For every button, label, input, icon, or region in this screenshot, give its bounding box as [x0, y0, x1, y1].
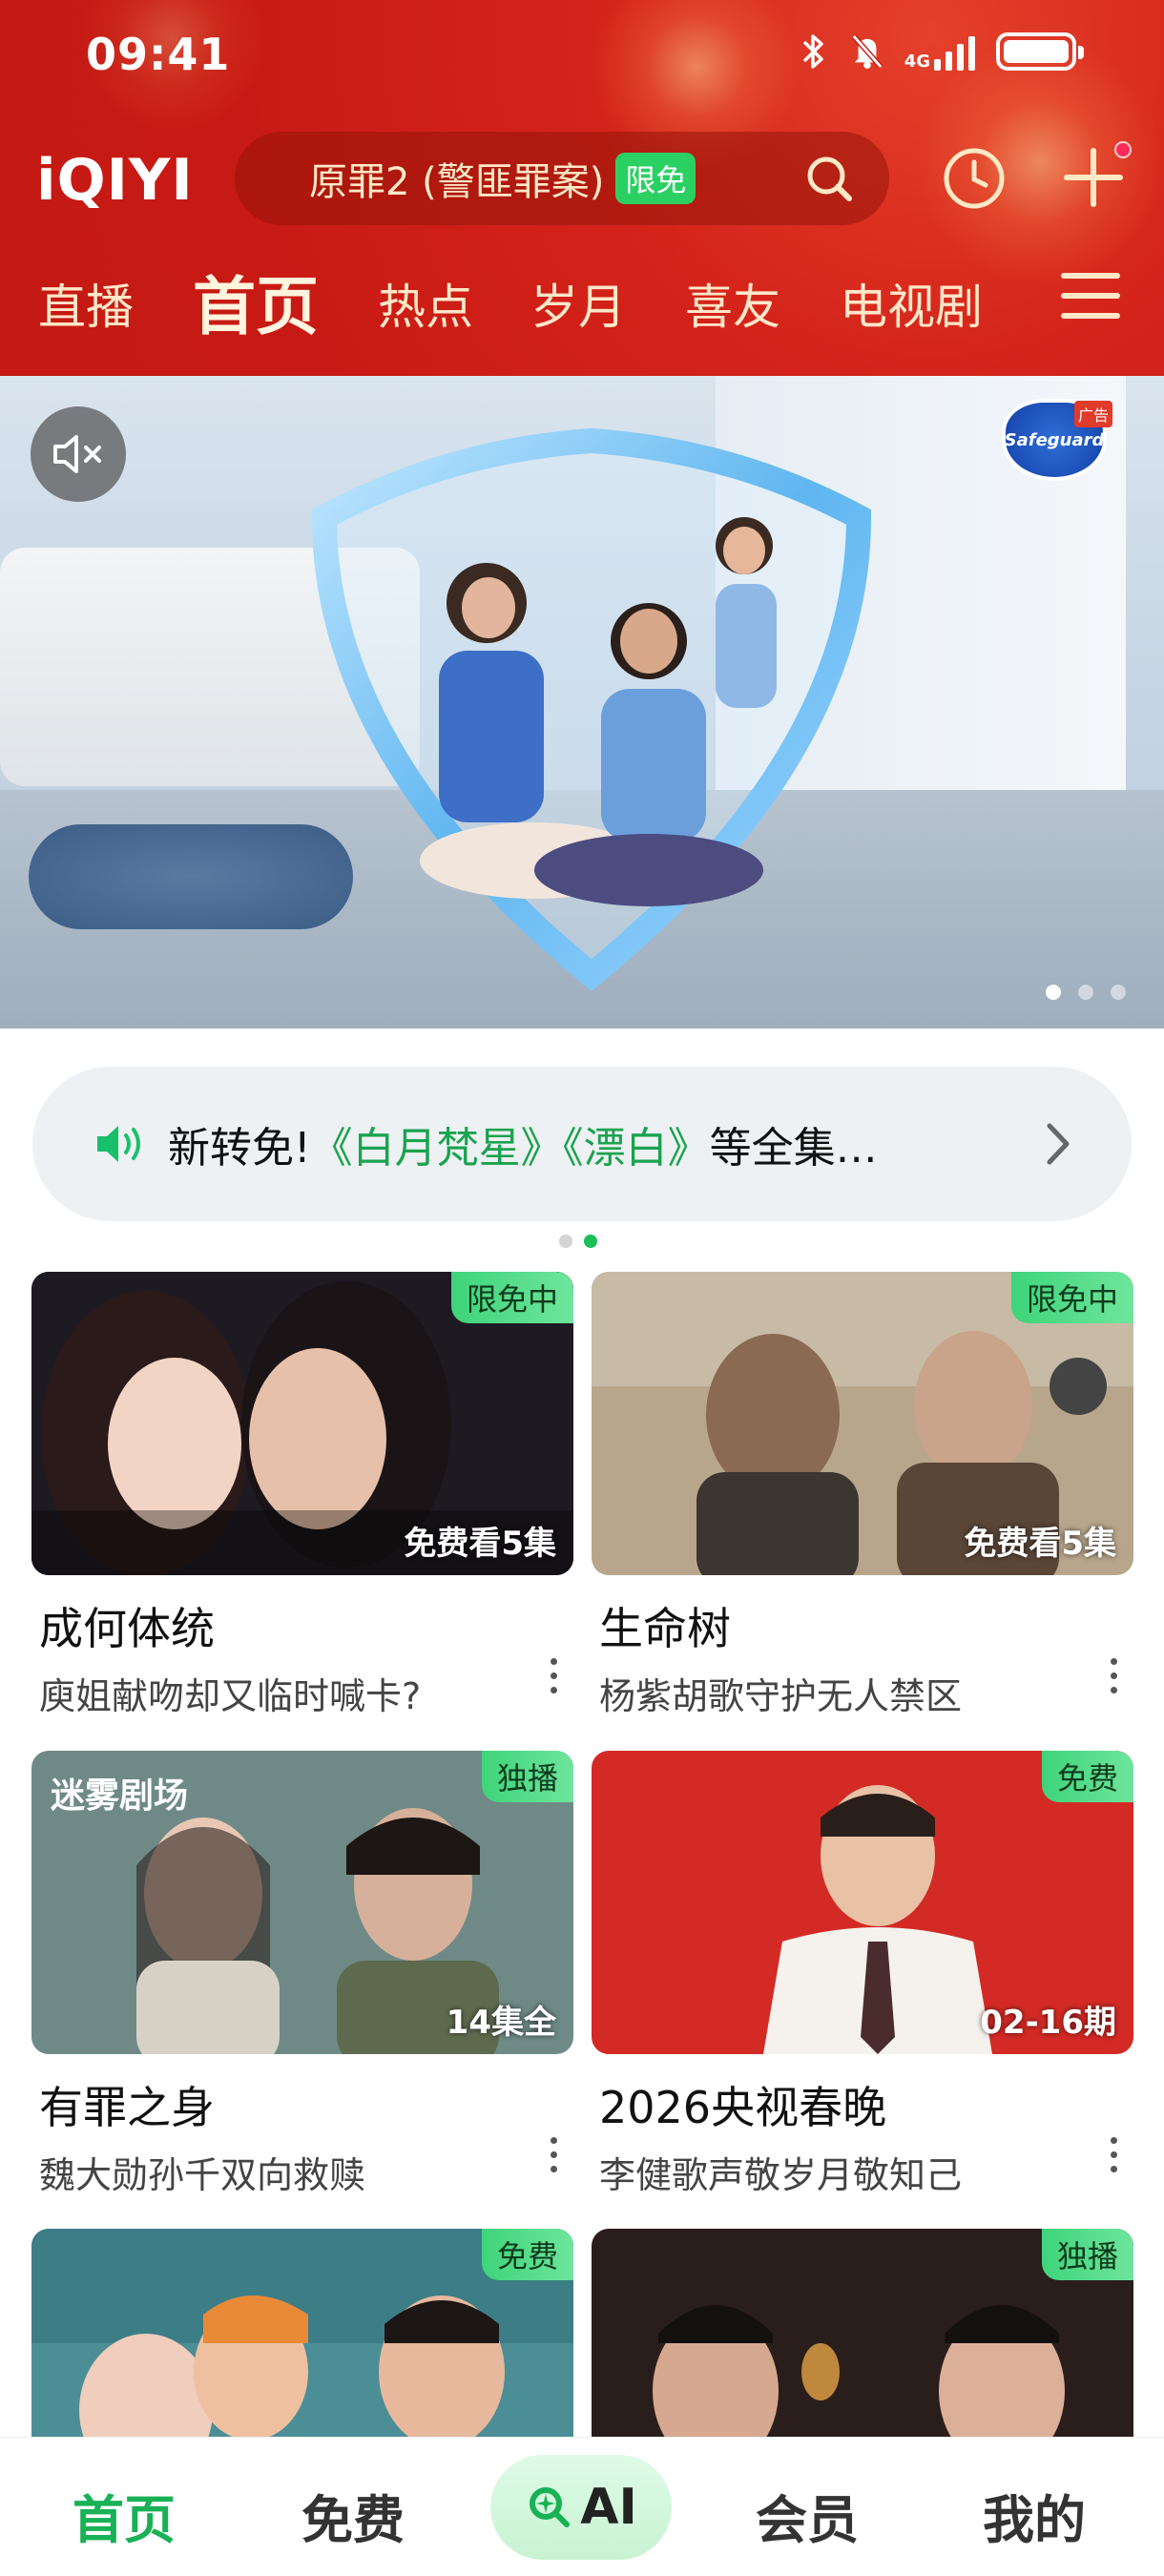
more-options-icon[interactable] — [551, 2137, 560, 2180]
card-episode-info: 14集全 — [446, 2004, 556, 2042]
banner-dot[interactable] — [1046, 985, 1061, 1000]
content-card[interactable]: 迷雾剧场 独播 14集全 有罪之身 魏大勋孙千双向救赎 — [31, 1751, 573, 2198]
nav-free[interactable]: 免费 — [301, 2478, 405, 2553]
theater-logo: 迷雾剧场 — [51, 1776, 189, 1816]
search-badge: 限免 — [615, 153, 696, 204]
card-subtitle: 李健歌声敬岁月敬知己 — [599, 2154, 963, 2196]
status-bar: 09:41 4G — [0, 0, 1164, 114]
announcement-title-1: 《白月梵星》 — [310, 1124, 563, 1173]
network-label: 4G — [904, 52, 930, 72]
chevron-right-icon[interactable] — [1042, 1120, 1074, 1168]
sponsor-name: Safeguard — [1004, 429, 1105, 450]
notification-dot — [1114, 141, 1132, 158]
network-indicator: 4G — [904, 32, 975, 71]
nav-ai-label: AI — [580, 2479, 637, 2536]
ai-search-icon — [530, 2487, 571, 2527]
card-title[interactable]: 生命树 — [599, 1594, 1133, 1657]
tab-live[interactable]: 直播 — [38, 269, 134, 338]
announcement-bar[interactable]: 新转免!《白月梵星》《漂白》等全集… — [32, 1067, 1132, 1221]
card-title[interactable]: 有罪之身 — [39, 2073, 573, 2136]
card-title[interactable]: 2026央视春晚 — [599, 2073, 1133, 2136]
status-icons: 4G — [798, 32, 1084, 71]
more-options-icon[interactable] — [1111, 2137, 1120, 2180]
history-clock-icon[interactable] — [941, 145, 1008, 212]
tab-hot[interactable]: 热点 — [378, 269, 473, 338]
card-tag: 限免中 — [1010, 1272, 1133, 1323]
announcement-pagination — [559, 1235, 597, 1248]
tab-friends[interactable]: 喜友 — [685, 269, 780, 338]
bottom-navigation: 首页 免费 AI 会员 我的 — [0, 2437, 1164, 2576]
banner-pagination — [1046, 985, 1126, 1000]
announcement-suffix: 等全集… — [709, 1124, 878, 1173]
card-thumbnail[interactable]: 迷雾剧场 独播 14集全 — [31, 1751, 573, 2054]
card-episode-info: 免费看5集 — [964, 1525, 1116, 1563]
shield-graphic — [311, 427, 872, 991]
content-card[interactable]: 限免中 免费看5集 成何体统 庾姐献吻却又临时喊卡? — [31, 1272, 573, 1719]
nav-vip[interactable]: 会员 — [756, 2478, 859, 2553]
channel-tabs: 直播 首页 热点 岁月 喜友 电视剧 — [0, 256, 1164, 351]
card-tag: 免费 — [481, 2229, 573, 2280]
page-dot — [559, 1235, 572, 1248]
nav-home[interactable]: 首页 — [73, 2478, 176, 2553]
card-subtitle: 魏大勋孙千双向救赎 — [39, 2154, 366, 2196]
speaker-icon — [97, 1126, 140, 1162]
card-thumbnail[interactable]: 限免中 免费看5集 — [31, 1272, 573, 1575]
speaker-mute-icon — [53, 435, 101, 473]
mute-toggle-button[interactable] — [31, 406, 126, 502]
content-card[interactable]: 限免中 免费看5集 生命树 杨紫胡歌守护无人禁区 — [592, 1272, 1133, 1719]
search-icon[interactable] — [803, 153, 855, 204]
banner-dot[interactable] — [1111, 985, 1126, 1000]
card-tag: 免费 — [1041, 1751, 1133, 1802]
app-logo[interactable]: iQIYI — [36, 147, 194, 214]
status-time: 09:41 — [86, 29, 231, 80]
signal-icon — [934, 32, 975, 71]
battery-icon — [996, 32, 1084, 71]
card-thumbnail[interactable]: 限免中 免费看5集 — [592, 1272, 1133, 1575]
card-episode-info: 免费看5集 — [404, 1525, 556, 1563]
tab-tv-series[interactable]: 电视剧 — [840, 269, 983, 338]
search-bar[interactable]: 原罪2 (警匪罪案) 限免 — [235, 132, 889, 225]
announcement-title-2: 《漂白》 — [562, 1124, 710, 1173]
announcement-text: 新转免!《白月梵星》《漂白》等全集… — [168, 1113, 878, 1174]
more-options-icon[interactable] — [1111, 1658, 1120, 1701]
content-card[interactable]: 免费 02-16期 2026央视春晚 李健歌声敬岁月敬知己 — [592, 1751, 1133, 2198]
tab-years[interactable]: 岁月 — [530, 269, 626, 338]
card-tag: 独播 — [481, 1751, 573, 1802]
card-tag: 独播 — [1041, 2229, 1133, 2280]
announcement-prefix: 新转免! — [168, 1124, 311, 1173]
nav-ai-button[interactable]: AI — [490, 2455, 672, 2560]
app-header: 09:41 4G iQIYI 原罪2 (警匪罪案) 限免 直播 首页 热点 岁月… — [0, 0, 1164, 376]
promo-banner[interactable]: Safeguard 广告 — [0, 376, 1164, 1028]
card-subtitle: 杨紫胡歌守护无人禁区 — [599, 1675, 963, 1717]
bluetooth-icon — [798, 32, 830, 71]
page-dot — [584, 1235, 597, 1248]
nav-profile[interactable]: 我的 — [983, 2478, 1086, 2553]
ad-label: 广告 — [1073, 401, 1112, 427]
search-placeholder: 原罪2 (警匪罪案) — [309, 160, 605, 204]
card-episode-info: 02-16期 — [980, 2004, 1116, 2042]
card-subtitle: 庾姐献吻却又临时喊卡? — [39, 1675, 422, 1717]
card-tag: 限免中 — [450, 1272, 573, 1323]
mute-bell-icon — [851, 32, 883, 71]
menu-icon[interactable] — [1061, 273, 1120, 324]
more-options-icon[interactable] — [551, 1658, 560, 1701]
card-title[interactable]: 成何体统 — [39, 1594, 573, 1657]
banner-dot[interactable] — [1078, 985, 1093, 1000]
card-thumbnail[interactable]: 免费 02-16期 — [592, 1751, 1133, 2054]
tab-home[interactable]: 首页 — [193, 256, 319, 347]
